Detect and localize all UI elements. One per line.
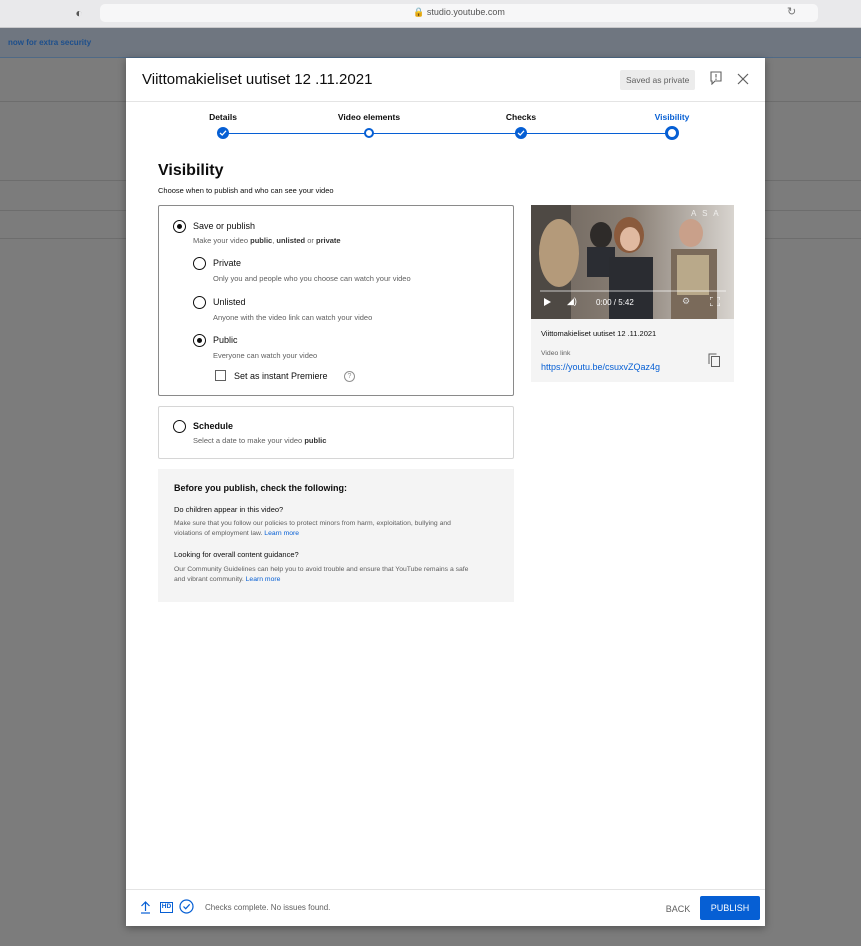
address-bar[interactable]: 🔒 studio.youtube.com <box>100 4 818 22</box>
video-preview-card: A S A ◢) 0:00 / 5:42 ⚙ Viittomakieliset … <box>531 205 734 382</box>
private-radio[interactable] <box>193 257 206 270</box>
brand-watermark: A S A <box>691 209 721 218</box>
reload-icon[interactable]: ↻ <box>787 5 796 18</box>
privacy-shield-icon[interactable]: ◐ <box>72 6 86 20</box>
instant-premiere-label[interactable]: Set as instant Premiere <box>234 371 328 381</box>
instant-premiere-checkbox[interactable] <box>215 370 226 381</box>
stepper-line <box>369 133 521 134</box>
checks-status-text: Checks complete. No issues found. <box>205 903 331 912</box>
save-or-publish-label[interactable]: Save or publish <box>193 221 255 231</box>
save-or-publish-desc: Make your video public, unlisted or priv… <box>193 236 341 245</box>
upload-dialog: Viittomakieliset uutiset 12 .11.2021 Sav… <box>126 58 765 926</box>
visibility-heading: Visibility <box>158 162 224 179</box>
checks-complete-icon <box>179 899 194 914</box>
video-link-label: Video link <box>541 350 571 357</box>
saved-status-badge: Saved as private <box>620 70 696 90</box>
public-desc: Everyone can watch your video <box>213 351 318 360</box>
schedule-radio[interactable] <box>173 420 186 433</box>
step-details-check-icon[interactable] <box>217 127 229 139</box>
learn-more-link[interactable]: Learn more <box>264 530 299 537</box>
video-link[interactable]: https://youtu.be/csuxvZQaz4g <box>541 362 660 372</box>
learn-more-link[interactable]: Learn more <box>246 576 281 583</box>
step-visibility[interactable]: Visibility <box>655 112 690 122</box>
step-video-elements[interactable]: Video elements <box>338 112 400 122</box>
feedback-icon[interactable] <box>709 71 723 85</box>
save-or-publish-card: Save or publish Make your video public, … <box>158 205 514 396</box>
private-label[interactable]: Private <box>213 258 241 268</box>
public-label[interactable]: Public <box>213 335 238 345</box>
visibility-subtitle: Choose when to publish and who can see y… <box>158 186 334 195</box>
checklist-text: Make sure that you follow our policies t… <box>174 520 451 537</box>
background-banner: now for extra security <box>0 28 861 58</box>
schedule-desc: Select a date to make your video public <box>193 436 327 445</box>
video-time: 0:00 / 5:42 <box>596 298 634 307</box>
save-or-publish-radio[interactable] <box>173 220 186 233</box>
background-banner-text: now for extra security <box>8 38 92 47</box>
prepublish-checklist: Before you publish, check the following:… <box>158 469 514 602</box>
public-radio[interactable] <box>193 334 206 347</box>
unlisted-radio[interactable] <box>193 296 206 309</box>
unlisted-label[interactable]: Unlisted <box>213 297 246 307</box>
back-button[interactable]: BACK <box>658 899 698 919</box>
publish-button[interactable]: PUBLISH <box>700 896 760 920</box>
dialog-title: Viittomakieliset uutiset 12 .11.2021 <box>142 71 373 88</box>
footer-divider <box>126 889 765 890</box>
copy-icon[interactable] <box>708 353 720 367</box>
stepper-line <box>223 133 369 134</box>
unlisted-desc: Anyone with the video link can watch you… <box>213 313 373 322</box>
video-title: Viittomakieliset uutiset 12 .11.2021 <box>541 329 657 338</box>
browser-toolbar: ◐ 🔒 studio.youtube.com ↻ <box>0 0 861 28</box>
help-icon[interactable]: ? <box>344 371 355 382</box>
upload-icon <box>141 901 150 914</box>
header-divider <box>126 101 765 102</box>
close-icon[interactable] <box>737 73 749 85</box>
step-video-elements-dot[interactable] <box>364 128 374 138</box>
step-visibility-dot[interactable] <box>665 126 679 140</box>
checklist-question: Looking for overall content guidance? <box>174 550 299 559</box>
hd-icon: HD <box>160 902 173 913</box>
address-url: 🔒 studio.youtube.com <box>413 7 505 17</box>
play-icon[interactable] <box>544 298 551 306</box>
step-checks[interactable]: Checks <box>506 112 536 122</box>
checklist-title: Before you publish, check the following: <box>174 483 348 493</box>
fullscreen-icon[interactable] <box>710 297 720 306</box>
step-checks-check-icon[interactable] <box>515 127 527 139</box>
step-details[interactable]: Details <box>209 112 237 122</box>
checklist-text: Our Community Guidelines can help you to… <box>174 566 469 583</box>
volume-icon[interactable]: ◢) <box>567 296 577 307</box>
checklist-question: Do children appear in this video? <box>174 505 284 514</box>
schedule-label[interactable]: Schedule <box>193 421 233 431</box>
video-progress-bar[interactable] <box>540 290 726 292</box>
stepper-line <box>521 133 672 134</box>
settings-gear-icon[interactable]: ⚙ <box>682 296 690 307</box>
video-player[interactable]: A S A ◢) 0:00 / 5:42 ⚙ <box>531 205 734 319</box>
private-desc: Only you and people who you choose can w… <box>213 274 411 283</box>
schedule-card[interactable]: Schedule Select a date to make your vide… <box>158 406 514 459</box>
